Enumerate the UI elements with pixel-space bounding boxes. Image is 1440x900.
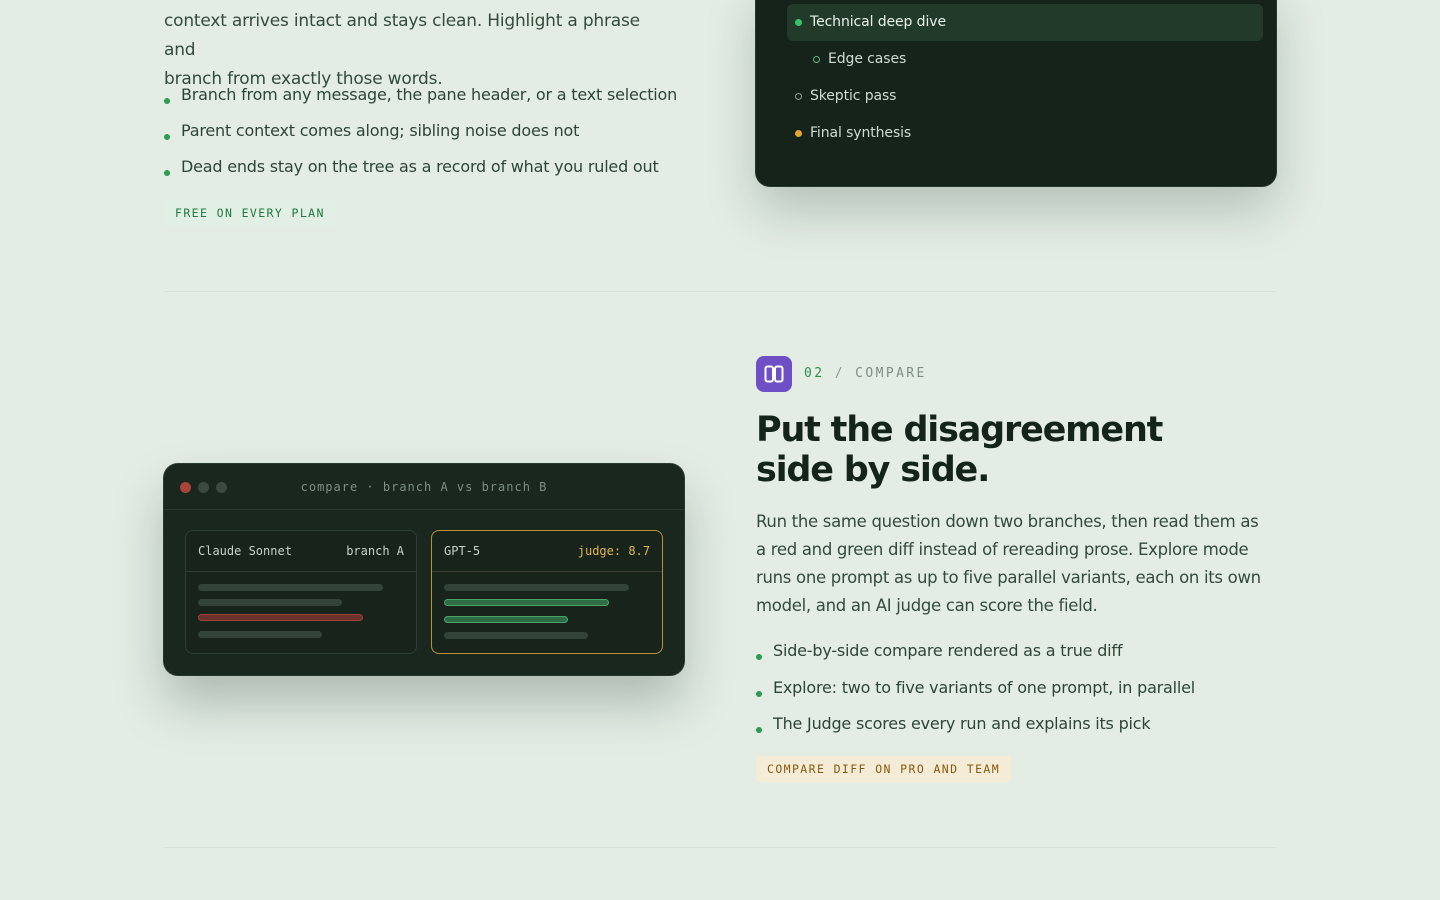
feature-bullet: Explore: two to five variants of one pro…: [756, 676, 1195, 713]
active-dot-icon: [795, 19, 802, 26]
feature-bullet: Parent context comes along; sibling nois…: [164, 119, 677, 155]
intro-line-1: context arrives intact and stays clean. …: [164, 11, 640, 60]
compare-card-branch-a[interactable]: Claude Sonnet branch A: [185, 530, 417, 654]
tree-item-skeptic-pass[interactable]: Skeptic pass: [787, 78, 1263, 115]
added-line-highlight: [444, 616, 568, 623]
section-intro-text: context arrives intact and stays clean. …: [164, 7, 654, 94]
compare-card-branch-b[interactable]: GPT-5 judge: 8.7: [431, 530, 663, 654]
section-headline: Put the disagreement side by side.: [756, 410, 1196, 490]
removed-line-highlight: [198, 614, 363, 621]
tree-item-label: Skeptic pass: [810, 88, 897, 104]
branch-tree-panel: Technical deep dive Edge cases Skeptic p…: [756, 0, 1276, 186]
feature-bullet-list: Branch from any message, the pane header…: [164, 83, 677, 191]
section-body: Run the same question down two branches,…: [756, 512, 1261, 615]
added-line-highlight: [444, 599, 609, 606]
section-number: 02: [804, 366, 825, 381]
model-name: GPT-5: [444, 544, 481, 558]
compare-window: compare · branch A vs branch B Claude So…: [164, 464, 684, 675]
columns-icon: [756, 356, 792, 392]
card-header: GPT-5 judge: 8.7: [432, 531, 662, 572]
tree-item-label: Technical deep dive: [810, 14, 946, 30]
section-eyebrow: 02 / COMPARE: [804, 364, 927, 384]
feature-bullet-list: Side-by-side compare rendered as a true …: [756, 639, 1195, 749]
feature-bullet: Branch from any message, the pane header…: [164, 83, 677, 119]
card-header: Claude Sonnet branch A: [186, 531, 416, 572]
text-line-placeholder: [444, 632, 588, 639]
plan-badge: FREE ON EVERY PLAN: [164, 200, 336, 226]
tree-item-technical-deep-dive[interactable]: Technical deep dive: [787, 4, 1263, 41]
model-name: Claude Sonnet: [198, 544, 292, 558]
plan-badge: COMPARE DIFF ON PRO AND TEAM: [756, 756, 1012, 782]
text-line-placeholder: [198, 584, 383, 591]
headline-line-1: Put the disagreement: [756, 410, 1163, 450]
section-label: COMPARE: [855, 366, 927, 381]
headline-line-2: side by side.: [756, 450, 990, 490]
pending-dot-icon: [795, 130, 802, 137]
section-divider: [164, 291, 1276, 292]
branch-dot-icon: [813, 56, 820, 63]
judge-score: judge: 8.7: [577, 544, 650, 558]
feature-bullet: The Judge scores every run and explains …: [756, 712, 1195, 749]
branch-tag: branch A: [346, 544, 404, 558]
feature-bullet: Dead ends stay on the tree as a record o…: [164, 155, 677, 191]
section-divider: [164, 847, 1276, 848]
tree-item-label: Edge cases: [828, 51, 907, 67]
feature-bullet: Side-by-side compare rendered as a true …: [756, 639, 1195, 676]
text-line-placeholder: [198, 631, 322, 638]
tree-item-label: Final synthesis: [810, 125, 912, 141]
text-line-placeholder: [444, 584, 629, 591]
window-title: compare · branch A vs branch B: [300, 480, 548, 494]
text-line-placeholder: [198, 599, 342, 606]
window-titlebar: compare · branch A vs branch B: [164, 464, 684, 510]
branch-dot-icon: [795, 93, 802, 100]
eyebrow-separator: /: [834, 366, 845, 381]
tree-item-edge-cases[interactable]: Edge cases: [787, 41, 1263, 78]
tree-item-final-synthesis[interactable]: Final synthesis: [787, 115, 1263, 152]
